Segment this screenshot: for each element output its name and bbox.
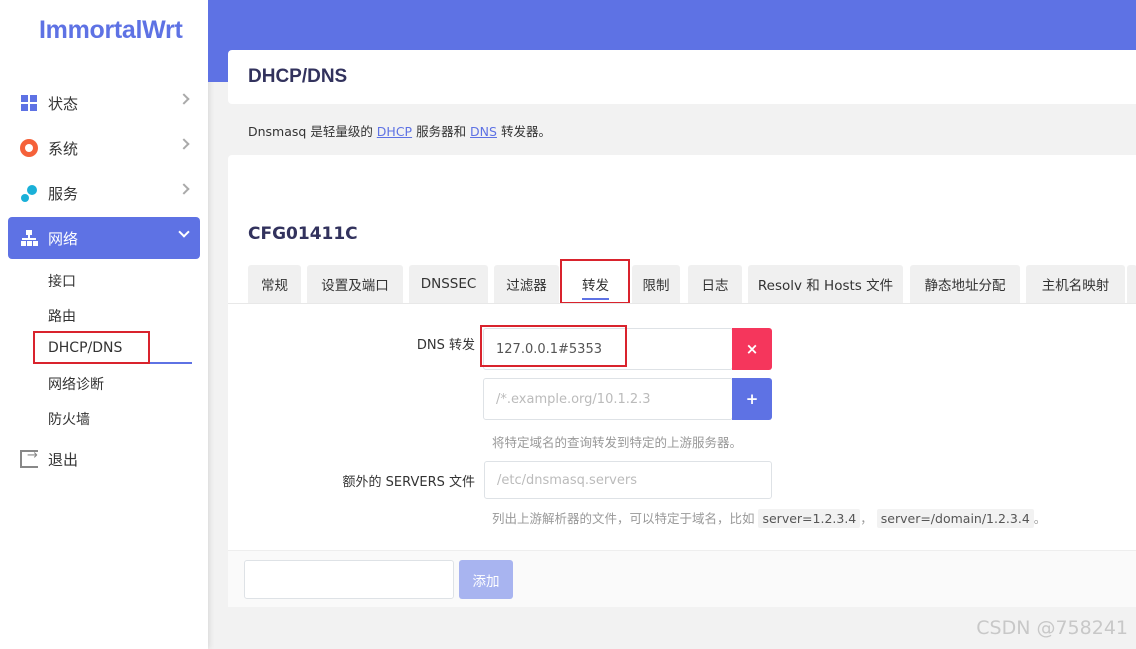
- sidebar-item-label: 系统: [48, 139, 79, 158]
- code-snippet: server=/domain/1.2.3.4: [876, 509, 1034, 528]
- highlight-box: [33, 331, 150, 364]
- dns-forward-new-input[interactable]: /*.example.org/10.1.2.3: [483, 378, 733, 420]
- dns-link[interactable]: DNS: [470, 124, 497, 139]
- section-title: CFG01411C: [248, 224, 358, 244]
- sidebar-subitem-diagnostics[interactable]: 网络诊断: [48, 374, 104, 394]
- chevron-down-icon: [178, 226, 190, 238]
- chevron-right-icon: [178, 183, 190, 195]
- tab-overflow[interactable]: [1127, 265, 1136, 303]
- page-title: DHCP/DNS: [248, 66, 348, 87]
- chevron-right-icon: [178, 138, 190, 150]
- servers-file-input[interactable]: /etc/dnsmasq.servers: [484, 461, 772, 499]
- code-snippet: server=1.2.3.4: [758, 509, 861, 528]
- dashboard-icon: [20, 94, 38, 112]
- sidebar-item-label: 状态: [48, 94, 79, 113]
- sidebar-item-status[interactable]: 状态: [8, 82, 200, 124]
- watermark: CSDN @758241: [976, 617, 1128, 639]
- sidebar-item-network[interactable]: 网络: [8, 217, 200, 259]
- sidebar-item-label: 退出: [48, 450, 79, 469]
- new-section-name-input[interactable]: [244, 560, 454, 599]
- tab-limits[interactable]: 限制: [632, 265, 680, 303]
- tab-resolv-hosts[interactable]: Resolv 和 Hosts 文件: [748, 265, 903, 303]
- sidebar-item-label: 网络: [48, 229, 79, 248]
- highlight-box: [560, 259, 630, 304]
- page-description: Dnsmasq 是轻量级的 DHCP 服务器和 DNS 转发器。: [248, 124, 551, 139]
- add-section-button[interactable]: 添加: [459, 560, 513, 599]
- sidebar: ImmortalWrt 状态 系统 服务 网络 接口 路由 DHCP/DNS 网…: [0, 0, 208, 649]
- sidebar-item-label: 服务: [48, 184, 79, 203]
- cogs-icon: [20, 184, 38, 202]
- network-icon: [20, 229, 38, 247]
- sidebar-item-system[interactable]: 系统: [8, 127, 200, 169]
- tab-filter[interactable]: 过滤器: [494, 265, 559, 303]
- tab-general[interactable]: 常规: [248, 265, 301, 303]
- tab-static-leases[interactable]: 静态地址分配: [910, 265, 1020, 303]
- sidebar-subitem-routes[interactable]: 路由: [48, 306, 76, 326]
- tab-settings-ports[interactable]: 设置及端口: [307, 265, 403, 303]
- sidebar-subitem-firewall[interactable]: 防火墙: [48, 409, 90, 429]
- add-forward-button[interactable]: +: [732, 378, 772, 420]
- sidebar-subitem-interfaces[interactable]: 接口: [48, 271, 76, 291]
- servers-file-label: 额外的 SERVERS 文件: [342, 475, 475, 490]
- sidebar-item-logout[interactable]: 退出: [8, 438, 200, 480]
- sidebar-item-services[interactable]: 服务: [8, 172, 200, 214]
- dns-forward-help: 将特定域名的查询转发到特定的上游服务器。: [492, 435, 743, 450]
- remove-forward-button[interactable]: ×: [732, 328, 772, 370]
- tab-dnssec[interactable]: DNSSEC: [409, 265, 488, 303]
- tab-log[interactable]: 日志: [688, 265, 742, 303]
- dhcp-link[interactable]: DHCP: [377, 124, 412, 139]
- tab-hostnames[interactable]: 主机名映射: [1026, 265, 1125, 303]
- gear-icon: [20, 139, 38, 157]
- highlight-box: [480, 325, 627, 367]
- chevron-right-icon: [178, 93, 190, 105]
- logout-icon: [20, 448, 38, 468]
- dns-forward-label: DNS 转发: [416, 338, 475, 353]
- page-header: DHCP/DNS: [228, 50, 1136, 104]
- servers-file-help: 列出上游解析器的文件，可以特定于域名，比如 server=1.2.3.4， se…: [492, 509, 1047, 528]
- brand-logo[interactable]: ImmortalWrt: [39, 16, 183, 45]
